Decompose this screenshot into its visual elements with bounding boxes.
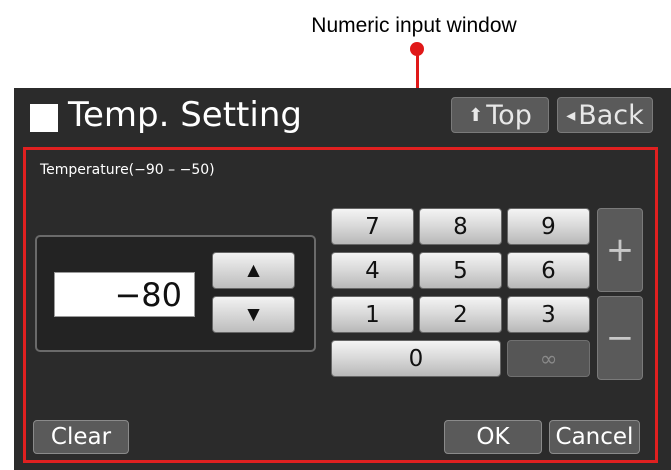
increment-button[interactable]: ▲ — [212, 252, 295, 289]
plus-key[interactable]: + — [597, 208, 643, 292]
up-arrow-icon: ⬆ — [468, 105, 484, 126]
ok-button[interactable]: OK — [444, 420, 542, 454]
back-button[interactable]: ◂ Back — [557, 97, 653, 133]
key-7[interactable]: 7 — [331, 208, 414, 245]
key-9[interactable]: 9 — [507, 208, 590, 245]
key-1[interactable]: 1 — [331, 296, 414, 333]
key-2[interactable]: 2 — [419, 296, 502, 333]
key-5[interactable]: 5 — [419, 252, 502, 289]
key-8[interactable]: 8 — [419, 208, 502, 245]
key-4[interactable]: 4 — [331, 252, 414, 289]
page-title: Temp. Setting — [68, 95, 302, 135]
minus-key[interactable]: − — [597, 296, 643, 380]
top-button-label: Top — [486, 100, 532, 131]
top-button[interactable]: ⬆ Top — [451, 97, 549, 133]
back-button-label: Back — [578, 100, 644, 131]
key-3[interactable]: 3 — [507, 296, 590, 333]
cancel-button[interactable]: Cancel — [549, 420, 640, 454]
key-0[interactable]: 0 — [331, 340, 501, 377]
left-triangle-icon: ◂ — [566, 105, 576, 126]
key-6[interactable]: 6 — [507, 252, 590, 289]
annotation-label: Numeric input window — [311, 14, 517, 37]
value-display[interactable]: −80 — [54, 272, 195, 317]
field-label: Temperature(−90 – −50) — [40, 162, 215, 178]
decrement-button[interactable]: ▼ — [212, 296, 295, 333]
clear-button[interactable]: Clear — [33, 420, 129, 454]
title-square-icon — [30, 104, 58, 132]
infinity-key: ∞ — [507, 340, 590, 377]
